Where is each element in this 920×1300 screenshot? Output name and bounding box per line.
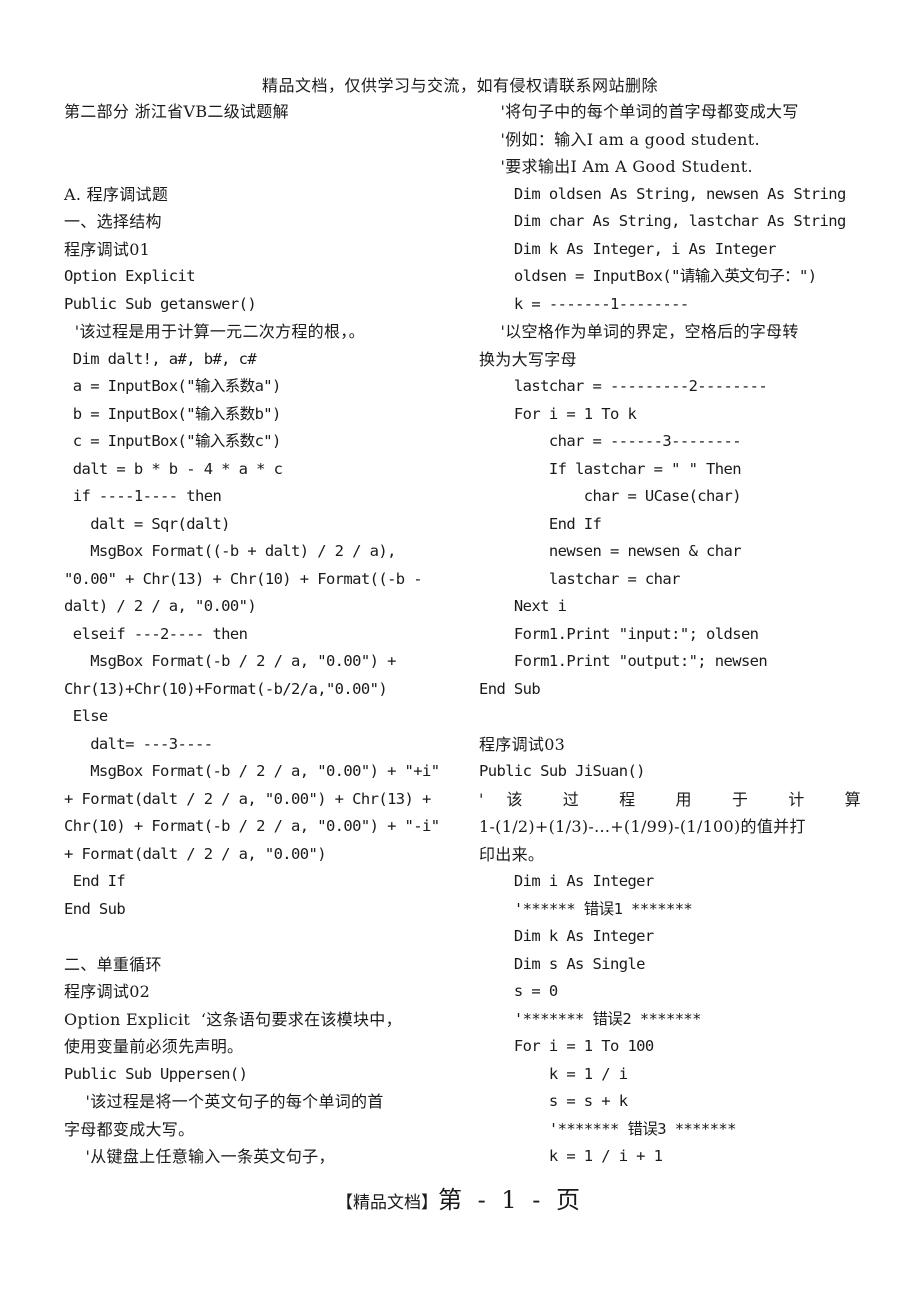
code-line: End If [479,514,602,533]
code-line: If lastchar = " " Then [479,459,742,478]
code-line: if ----1---- then [64,487,222,505]
code-line: '******* 错误3 ******* [479,1119,737,1138]
code-line: '该过程是将一个英文句子的每个单词的首 [64,1092,384,1111]
code-line: Dim k As Integer, i As Integer [479,239,777,258]
code-line: k = -------1-------- [479,294,689,313]
code-line: Chr(10) + Format(-b / 2 / a, "0.00") + "… [64,817,440,835]
code-line: 程序调试01 [64,239,151,259]
code-line: Form1.Print "input:"; oldsen [479,624,759,643]
code-line: Option Explicit ‘这条语句要求在该模块中， [64,1009,402,1029]
code-line: Dim i As Integer [479,872,654,890]
code-line: 程序调试03 [479,734,566,754]
code-line: + Format(dalt / 2 / a, "0.00") + Chr(13)… [64,789,431,808]
code-line: '该过程是用于计算一元二次方程的根，。 [64,322,365,341]
code-line: elseif ---2---- then [64,624,248,643]
code-line: + Format(dalt / 2 / a, "0.00") [64,844,327,863]
code-line: s = s + k [479,1092,628,1110]
code-line: a = InputBox("输入系数a") [64,377,282,395]
code-line: lastchar = ---------2-------- [479,377,768,395]
code-line: For i = 1 To 100 [479,1037,654,1055]
code-line: 一、选择结构 [64,212,162,231]
code-line: Else [64,707,109,725]
left-column: 第二部分 浙江省VB二级试题解 A. 程序调试题 一、选择结构 程序调试01 Optio… [64,98,446,1171]
code-line: '从键盘上任意输入一条英文句子， [64,1147,335,1166]
code-line: '将句子中的每个单词的首字母都变成大写 [479,102,799,121]
code-line: '例如：输入I am a good student. [479,129,760,149]
code-line: dalt) / 2 / a, "0.00") [64,597,257,615]
code-line: MsgBox Format(-b / 2 / a, "0.00") + [64,652,396,670]
code-line: Dim dalt!, a#, b#, c# [64,349,257,368]
code-line: '****** 错误1 ******* [479,899,693,918]
code-line: 印出来。 [479,844,545,864]
code-line: Dim oldsen As String, newsen As String [479,184,846,203]
watermark-header: 精品文档，仅供学习与交流，如有侵权请联系网站删除 [261,76,658,95]
code-line: Dim s As Single [479,954,646,973]
code-line: MsgBox Format(-b / 2 / a, "0.00") + "+i" [64,762,440,780]
code-line: k = 1 / i + 1 [479,1147,663,1165]
code-line: 字母都变成大写。 [64,1119,195,1139]
code-line: 程序调试02 [64,982,151,1001]
code-line: dalt= ---3---- [64,734,213,753]
code-line: dalt = b * b - 4 * a * c [64,459,283,478]
code-line: End Sub [64,899,126,918]
code-line: End Sub [479,679,541,698]
code-line: "0.00" + Chr(13) + Chr(10) + Format((-b … [64,569,423,588]
code-line: dalt = Sqr(dalt) [64,514,230,533]
code-line: '******* 错误2 ******* [479,1009,702,1028]
code-line: oldsen = InputBox("请输入英文句子：") [479,267,817,285]
code-line: c = InputBox("输入系数c") [64,432,282,450]
code-line: newsen = newsen & char [479,542,742,560]
code-line: 二、单重循环 [64,954,162,974]
page-footer: 【精品文档】第 - 1 - 页 [0,1180,920,1215]
code-line: char = UCase(char) [479,487,742,505]
code-line: Public Sub JiSuan() [479,762,646,780]
code-line: '以空格作为单词的界定，空格后的字母转 [479,322,799,341]
code-line: Next i [479,597,567,615]
page-number: 第 - 1 - 页 [437,1186,584,1214]
code-line: k = 1 / i [479,1064,628,1083]
code-line: Option Explicit [64,267,196,285]
code-line: 使用变量前必须先声明。 [64,1037,244,1056]
code-line: '要求输出I Am A Good Student. [479,157,753,176]
code-line: 1-(1/2)+(1/3)-...+(1/99)-(1/100)的值并打 [479,817,806,836]
code-line: 换为大写字母 [479,349,577,369]
code-line: Dim k As Integer [479,927,654,945]
code-line: Form1.Print "output:"; newsen [479,652,768,670]
code-line: lastchar = char [479,569,681,588]
code-line: b = InputBox("输入系数b") [64,404,282,423]
code-line: A. 程序调试题 [64,184,169,204]
code-line: Chr(13)+Chr(10)+Format(-b/2/a,"0.00") [64,679,388,698]
code-line: Dim char As String, lastchar As String [479,212,846,230]
code-line: End If [64,872,126,890]
footer-brand: 【精品文档】 [335,1193,438,1213]
code-line: Public Sub Uppersen() [64,1064,248,1083]
code-line: ' 该 过 程 用 于 计 算 [479,789,861,809]
code-line: char = ------3-------- [479,432,742,450]
code-line: For i = 1 To k [479,404,637,423]
code-line: s = 0 [479,982,558,1000]
code-line: MsgBox Format((-b + dalt) / 2 / a), [64,542,396,560]
right-column: '将句子中的每个单词的首字母都变成大写 '例如：输入I am a good st… [479,98,861,1171]
code-line: Public Sub getanswer() [64,294,257,313]
code-line: 第二部分 浙江省VB二级试题解 [64,102,289,121]
